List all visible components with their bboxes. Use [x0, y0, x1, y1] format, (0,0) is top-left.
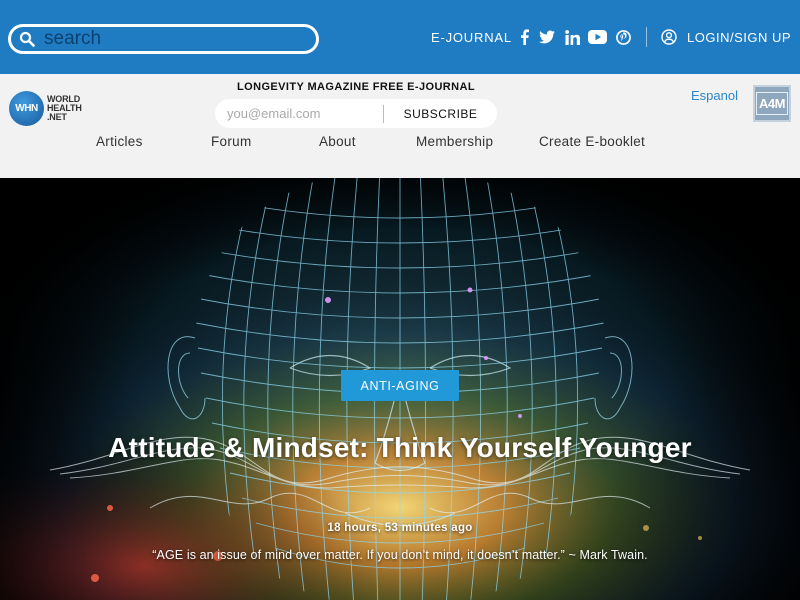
search-box[interactable]: [8, 24, 319, 54]
email-field[interactable]: [215, 99, 383, 128]
site-header: WHN WORLD HEALTH .NET LONGEVITY MAGAZINE…: [0, 74, 800, 178]
article-excerpt: “AGE is an issue of mind over matter. If…: [152, 548, 648, 562]
search-icon[interactable]: [16, 28, 38, 50]
category-badge[interactable]: ANTI-AGING: [341, 370, 459, 401]
ejournal-promo-title: LONGEVITY MAGAZINE FREE E-JOURNAL: [237, 81, 475, 93]
youtube-icon[interactable]: [588, 28, 607, 46]
login-label: LOGIN/SIGN UP: [687, 29, 792, 45]
nav-about[interactable]: About: [319, 134, 356, 149]
login-signup-link[interactable]: LOGIN/SIGN UP: [661, 29, 791, 45]
nav-articles[interactable]: Articles: [96, 134, 143, 149]
language-link-espanol[interactable]: Espanol: [691, 88, 738, 103]
subscribe-form: SUBSCRIBE: [215, 99, 497, 128]
facebook-icon[interactable]: [518, 28, 530, 46]
nav-membership[interactable]: Membership: [416, 134, 493, 149]
hero-banner[interactable]: ANTI-AGING Attitude & Mindset: Think You…: [0, 178, 800, 600]
logo-wordmark: WORLD HEALTH .NET: [47, 93, 82, 122]
nav-create-ebooklet[interactable]: Create E-booklet: [539, 134, 645, 149]
logo-mark: WHN: [9, 90, 44, 126]
a4m-logo-text: A4M: [756, 92, 788, 115]
ejournal-link[interactable]: E-JOURNAL: [431, 30, 512, 45]
header-divider: [646, 27, 647, 47]
twitter-icon[interactable]: [539, 28, 555, 46]
linkedin-icon[interactable]: [564, 28, 580, 46]
a4m-logo[interactable]: A4M: [753, 85, 791, 122]
article-timestamp: 18 hours, 53 minutes ago: [327, 522, 473, 534]
nav-forum[interactable]: Forum: [211, 134, 252, 149]
main-nav: Articles Forum About Membership Create E…: [0, 134, 800, 154]
search-input[interactable]: [38, 27, 316, 51]
pinterest-icon[interactable]: [615, 28, 631, 46]
subscribe-button[interactable]: SUBSCRIBE: [384, 99, 497, 128]
top-bar: E-JOURNAL LOGIN/SIGN UP: [0, 0, 800, 74]
article-headline[interactable]: Attitude & Mindset: Think Yourself Young…: [100, 430, 700, 465]
worldhealth-logo[interactable]: WHN WORLD HEALTH .NET: [9, 90, 91, 126]
user-icon: [661, 29, 677, 45]
